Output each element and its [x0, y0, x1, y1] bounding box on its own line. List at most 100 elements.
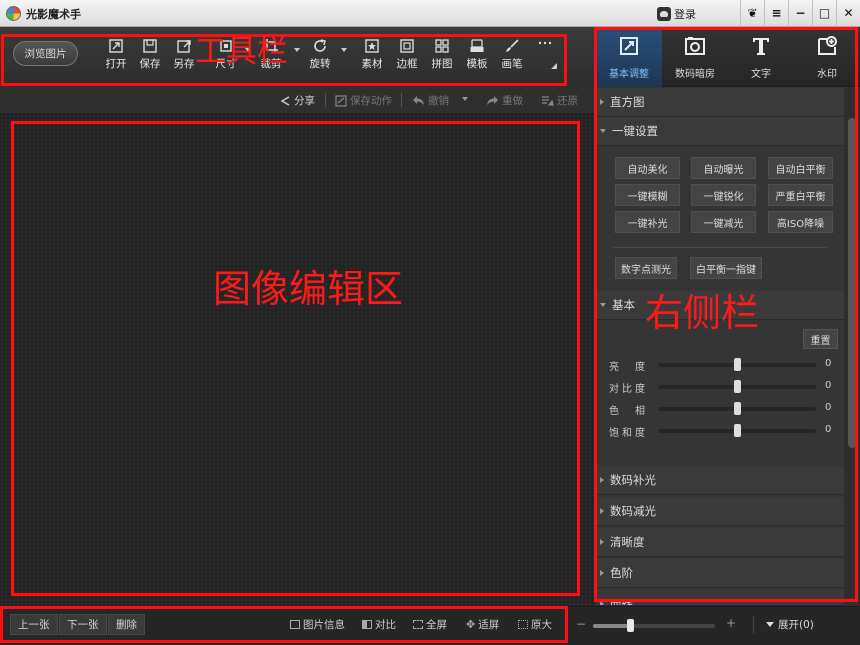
tool-more[interactable]	[528, 35, 562, 75]
section-digital-fill-light[interactable]: 数码补光	[596, 466, 844, 495]
next-image-button[interactable]: 下一张	[59, 614, 107, 635]
tool-material[interactable]: 素材	[355, 35, 389, 75]
tool-brush-label: 画笔	[501, 58, 523, 70]
tab-text[interactable]: 文字	[728, 27, 794, 87]
rotate-dropdown-arrow-icon[interactable]	[341, 48, 347, 52]
divider	[753, 616, 754, 634]
one-click-sharpen-button[interactable]: 一键锐化	[691, 184, 756, 206]
restore-icon	[542, 95, 554, 106]
more-icon	[538, 41, 552, 45]
compare-button[interactable]: 对比	[362, 617, 396, 632]
auto-exposure-button[interactable]: 自动曝光	[691, 157, 756, 179]
digital-spot-metering-button[interactable]: 数字点测光	[615, 257, 677, 279]
tool-save[interactable]: 保存	[133, 35, 167, 75]
severe-white-balance-button[interactable]: 严重白平衡	[768, 184, 833, 206]
rotate-icon	[314, 39, 326, 52]
white-balance-picker-button[interactable]: 白平衡一指键	[690, 257, 762, 279]
one-click-blur-button[interactable]: 一键模糊	[615, 184, 680, 206]
slider-value: 0	[825, 424, 832, 435]
tab-digital-darkroom-label: 数码暗房	[675, 69, 715, 80]
maximize-button[interactable]: □	[812, 0, 836, 26]
one-click-reduce-light-button[interactable]: 一键减光	[691, 211, 756, 233]
save-action-button[interactable]: 保存动作	[335, 93, 392, 108]
slider-contrast: 对比度 0	[596, 378, 844, 396]
fit-screen-button[interactable]: ✥ 适屏	[466, 617, 499, 632]
slider-track[interactable]	[658, 380, 816, 393]
editor-annotation-label: 图像编辑区	[213, 267, 404, 311]
tool-open[interactable]: 打开	[99, 35, 133, 75]
window-controls: ❦ ≡ − □ ✕	[740, 0, 860, 26]
menu-button[interactable]: ≡	[764, 0, 788, 26]
scrollbar-thumb[interactable]	[848, 118, 856, 448]
expand-button[interactable]: 展开(0)	[766, 617, 814, 632]
tool-border[interactable]: 边框	[390, 35, 424, 75]
toolbar-expand-icon[interactable]	[551, 63, 557, 69]
restore-label: 还原	[557, 95, 578, 107]
right-panel-scrollbar[interactable]	[844, 88, 860, 606]
undo-dropdown-arrow-icon[interactable]	[462, 97, 468, 101]
section-digital-reduce-light-label: 数码减光	[610, 504, 656, 518]
fit-screen-icon: ✥	[466, 618, 476, 631]
slider-track[interactable]	[658, 358, 816, 371]
slider-handle[interactable]	[734, 358, 741, 371]
share-button[interactable]: 分享	[279, 93, 315, 108]
close-icon: ✕	[843, 6, 854, 20]
auto-white-balance-button[interactable]: 自动白平衡	[768, 157, 833, 179]
tool-rotate[interactable]: 旋转	[303, 35, 337, 75]
original-size-button[interactable]: 原大	[518, 617, 552, 632]
tab-digital-darkroom[interactable]: 数码暗房	[662, 27, 728, 87]
tab-basic-adjust[interactable]: 基本调整	[596, 27, 662, 87]
image-editing-area[interactable]	[0, 114, 594, 606]
slider-track[interactable]	[658, 402, 816, 415]
login-button[interactable]: 登录	[657, 5, 696, 22]
login-label: 登录	[674, 7, 696, 21]
slider-handle[interactable]	[734, 380, 741, 393]
collage-icon	[435, 39, 449, 53]
fullscreen-button[interactable]: 全屏	[413, 617, 447, 632]
tool-template[interactable]: 模板	[460, 35, 494, 75]
undo-button[interactable]: 撤销	[412, 93, 449, 108]
section-curves[interactable]: 曲线	[596, 590, 844, 606]
restore-button[interactable]: 还原	[541, 93, 578, 108]
browse-images-button[interactable]: 浏览图片	[13, 41, 78, 66]
zoom-slider[interactable]	[593, 619, 715, 632]
prev-image-button[interactable]: 上一张	[10, 614, 58, 635]
close-button[interactable]: ✕	[836, 0, 860, 26]
divider	[613, 247, 827, 248]
original-size-icon	[518, 620, 528, 629]
section-histogram[interactable]: 直方图	[596, 88, 844, 117]
section-levels[interactable]: 色阶	[596, 559, 844, 588]
delete-image-button[interactable]: 删除	[108, 614, 145, 635]
skin-button[interactable]: ❦	[740, 0, 764, 26]
tool-collage[interactable]: 拼图	[425, 35, 459, 75]
slider-label: 色 相	[609, 406, 648, 417]
auto-enhance-button[interactable]: 自动美化	[615, 157, 680, 179]
image-info-button[interactable]: 图片信息	[290, 617, 345, 632]
undo-label: 撤销	[428, 95, 449, 107]
slider-handle[interactable]	[734, 402, 741, 415]
tab-watermark[interactable]: 水印	[794, 27, 860, 87]
tool-open-label: 打开	[105, 58, 127, 70]
reset-button[interactable]: 重置	[803, 329, 838, 349]
slider-handle[interactable]	[734, 424, 741, 437]
skin-icon: ❦	[747, 6, 758, 20]
section-sharpness[interactable]: 清晰度	[596, 528, 844, 557]
zoom-out-button[interactable]: −	[576, 617, 586, 631]
zoom-slider-handle[interactable]	[626, 619, 634, 632]
section-one-click[interactable]: 一键设置	[596, 117, 844, 146]
redo-button[interactable]: 重做	[486, 93, 523, 108]
redo-icon	[487, 95, 498, 105]
zoom-in-button[interactable]: +	[726, 616, 736, 630]
expanded-arrow-icon	[600, 129, 606, 133]
crop-dropdown-arrow-icon[interactable]	[294, 48, 300, 52]
slider-value: 0	[825, 358, 832, 369]
darkroom-icon	[685, 37, 705, 55]
tool-brush[interactable]: 画笔	[495, 35, 529, 75]
high-iso-denoise-button[interactable]: 高ISO降噪	[768, 211, 833, 233]
section-digital-reduce-light[interactable]: 数码减光	[596, 497, 844, 526]
tool-save-as-label: 另存	[173, 58, 195, 70]
one-click-fill-light-button[interactable]: 一键补光	[615, 211, 680, 233]
minimize-button[interactable]: −	[788, 0, 812, 26]
slider-track[interactable]	[658, 424, 816, 437]
maximize-icon: □	[818, 6, 831, 20]
